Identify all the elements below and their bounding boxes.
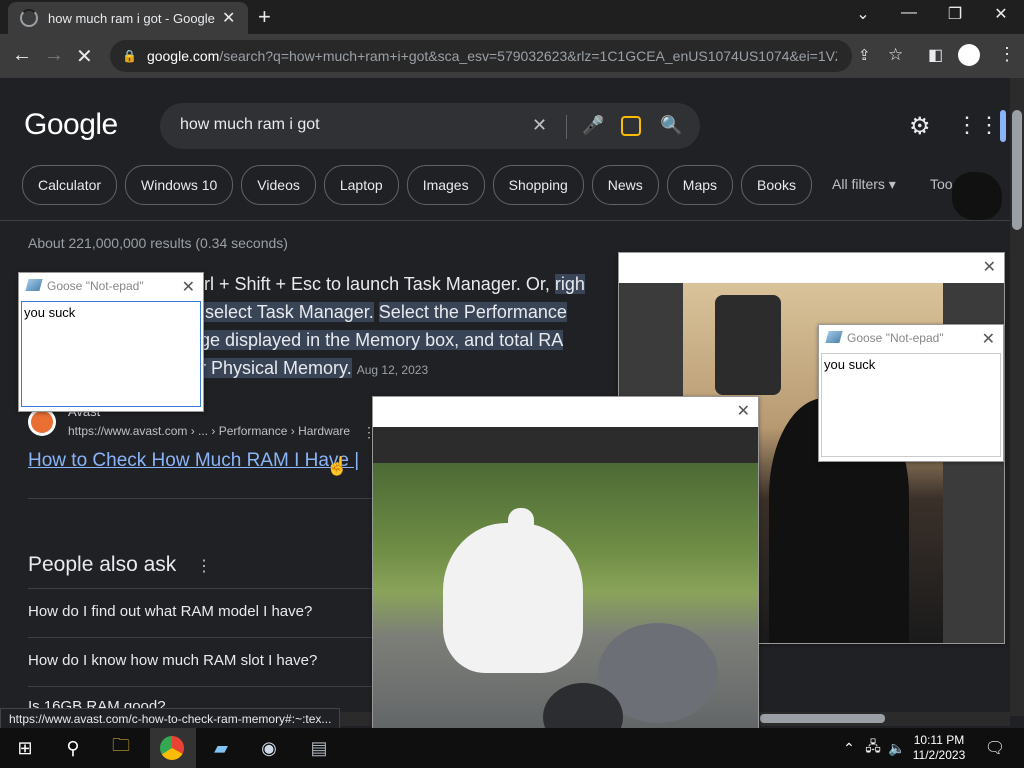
close-window-button[interactable]: ✕	[978, 4, 1024, 24]
divider	[28, 498, 374, 499]
clear-icon[interactable]: ✕	[532, 115, 547, 136]
status-url: https://www.avast.com/c-how-to-check-ram…	[0, 708, 341, 730]
minimize-button[interactable]: —	[886, 4, 932, 22]
paa-question[interactable]: Is 16GB RAM good?	[28, 698, 166, 708]
paa-more-icon[interactable]: ⋮	[196, 556, 212, 576]
notepad-text-area[interactable]: you suck	[821, 353, 1001, 457]
close-icon[interactable]: ✕	[182, 277, 195, 297]
restore-button[interactable]: ❐	[932, 4, 978, 24]
close-icon[interactable]: ✕	[982, 329, 995, 349]
goose-notepad-window: Goose "Not-epad" ✕ you suck	[818, 324, 1004, 462]
result-stats: About 221,000,000 results (0.34 seconds)	[28, 235, 288, 251]
all-filters-button[interactable]: All filters ▾	[832, 176, 896, 193]
notifications-icon[interactable]: 🗨	[980, 734, 1010, 762]
chip-shopping[interactable]: Shopping	[492, 165, 584, 205]
search-icon[interactable]: ⚲	[58, 734, 88, 762]
vertical-scroll-thumb[interactable]	[1012, 110, 1022, 230]
browser-tab[interactable]: how much ram i got - Google Se ✕	[8, 2, 248, 34]
forward-arrow-icon[interactable]: →	[44, 44, 64, 67]
goose-shadow	[952, 172, 1002, 220]
chip-news[interactable]: News	[591, 165, 659, 205]
header-divider	[0, 220, 1010, 221]
file-explorer-icon[interactable]: 🗀	[106, 734, 136, 762]
clock-time: 10:11 PM	[913, 733, 965, 747]
tab-title: how much ram i got - Google Se	[48, 10, 218, 26]
clock-date: 11/2/2023	[912, 748, 966, 762]
snippet-line-1: ctrl + Shift + Esc to launch Task Manage…	[190, 274, 585, 294]
horizontal-scroll-thumb[interactable]	[760, 714, 885, 723]
side-panel-icon[interactable]: ◧	[928, 45, 943, 65]
chrome-icon[interactable]	[160, 736, 184, 760]
result-site-url[interactable]: https://www.avast.com › ... › Performanc…	[68, 424, 350, 438]
tab-search-icon[interactable]: ⌄	[840, 4, 886, 24]
chip-calculator[interactable]: Calculator	[22, 165, 118, 205]
snippet-line-3: age displayed in the Memory box, and tot…	[190, 330, 564, 350]
divider	[28, 686, 374, 687]
windows-start-icon[interactable]: ⊞	[10, 734, 40, 762]
settings-gear-icon[interactable]: ⚙	[909, 112, 931, 141]
divider	[28, 637, 374, 638]
chip-videos[interactable]: Videos	[241, 165, 316, 205]
search-icon[interactable]: 🔍	[660, 115, 682, 136]
window-title: Goose "Not-epad"	[47, 279, 144, 293]
people-also-ask-title: People also ask	[28, 553, 177, 576]
google-logo[interactable]: Google	[24, 108, 118, 142]
chip-books[interactable]: Books	[741, 165, 812, 205]
address-url: google.com/search?q=how+much+ram+i+got&s…	[146, 48, 837, 64]
profile-avatar[interactable]	[958, 44, 980, 66]
search-box[interactable]: how much ram i got ✕ 🎤 🔍	[160, 103, 700, 149]
divider	[28, 588, 374, 589]
avast-favicon	[28, 408, 56, 436]
steam-icon[interactable]: ◉	[254, 734, 284, 762]
lens-icon[interactable]	[621, 116, 641, 136]
snippet-date: Aug 12, 2023	[356, 363, 429, 377]
loading-icon	[20, 9, 38, 27]
paa-question[interactable]: How do I find out what RAM model I have?	[28, 603, 312, 620]
mouse-cursor-icon: ☝	[326, 456, 349, 476]
share-icon[interactable]: ⇪	[858, 46, 871, 64]
close-icon[interactable]: ✕	[983, 257, 996, 277]
lock-icon: 🔒	[122, 49, 137, 63]
chip-laptop[interactable]: Laptop	[323, 165, 399, 205]
snippet-line-4: er Physical Memory. Aug 12, 2023	[190, 358, 429, 378]
desktop-goose-icon[interactable]: ▤	[304, 734, 334, 762]
tools-button[interactable]: Too	[930, 176, 953, 192]
back-arrow-icon[interactable]: ←	[12, 44, 32, 67]
address-bar[interactable]: 🔒 google.com/search?q=how+much+ram+i+got…	[110, 40, 852, 72]
filter-chips: Calculator Windows 10 Videos Laptop Imag…	[22, 165, 812, 205]
tab-close-icon[interactable]: ✕	[222, 8, 235, 28]
bookmark-star-icon[interactable]: ☆	[888, 45, 903, 65]
result-title-link[interactable]: How to Check How Much RAM I Have |	[28, 450, 373, 472]
chip-maps[interactable]: Maps	[666, 165, 734, 205]
taskbar-clock[interactable]: 10:11 PM 11/2/2023	[906, 733, 972, 763]
notepad-text-area[interactable]: you suck	[21, 301, 201, 407]
chip-images[interactable]: Images	[406, 165, 485, 205]
photo-goose	[373, 463, 758, 751]
paa-question[interactable]: How do I know how much RAM slot I have?	[28, 652, 317, 669]
divider	[566, 115, 567, 139]
search-input[interactable]: how much ram i got	[180, 116, 320, 134]
stop-loading-icon[interactable]: ✕	[76, 44, 93, 69]
apps-grid-icon[interactable]: ⋮⋮	[956, 112, 1000, 138]
chip-windows-10[interactable]: Windows 10	[125, 165, 234, 205]
notepad-icon	[825, 331, 843, 343]
microphone-icon[interactable]: 🎤	[582, 115, 604, 136]
notepad-icon[interactable]: ▰	[206, 734, 236, 762]
sign-in-button[interactable]	[1000, 110, 1006, 142]
window-title: Goose "Not-epad"	[847, 331, 944, 345]
goose-notepad-window: Goose "Not-epad" ✕ you suck	[18, 272, 204, 412]
new-tab-button[interactable]: +	[258, 4, 271, 30]
snippet-line-2: d select Task Manager. Select the Perfor…	[190, 302, 567, 322]
close-icon[interactable]: ✕	[737, 401, 750, 421]
image-popup-goose: ✕	[372, 396, 759, 752]
notepad-icon	[25, 279, 43, 291]
chrome-menu-icon[interactable]: ⋮	[998, 44, 1016, 65]
